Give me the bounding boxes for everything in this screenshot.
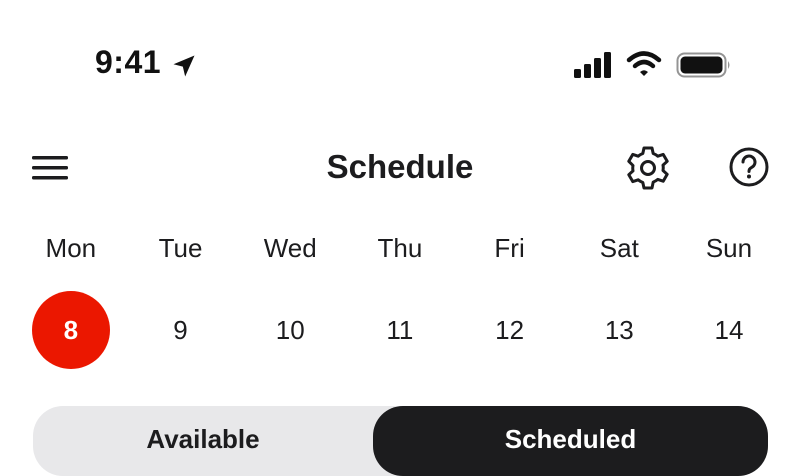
tab-available[interactable]: Available	[33, 406, 373, 476]
status-bar: 9:41	[0, 0, 800, 120]
cellular-signal-icon	[574, 52, 611, 78]
weekday-label: Wed	[263, 233, 317, 263]
weekday-label: Mon	[45, 233, 97, 263]
date-button[interactable]: 11	[361, 291, 439, 369]
wifi-icon	[626, 51, 662, 76]
day-column-fri: Fri 12	[455, 228, 565, 369]
status-time: 9:41	[95, 44, 162, 80]
nav-bar: Schedule	[0, 138, 800, 198]
weekday-label: Sun	[705, 233, 753, 263]
weekday-label: Sat	[599, 233, 639, 263]
day-column-sat: Sat 13	[564, 228, 674, 369]
help-icon[interactable]	[728, 146, 770, 188]
day-column-sun: Sun 14	[674, 228, 784, 369]
tab-scheduled[interactable]: Scheduled	[373, 406, 768, 476]
weekday-label: Thu	[377, 233, 423, 263]
date-button[interactable]: 13	[580, 291, 658, 369]
location-arrow-icon	[173, 55, 195, 77]
date-button[interactable]: 14	[690, 291, 768, 369]
page-title: Schedule	[326, 148, 474, 185]
battery-icon	[676, 52, 730, 78]
day-column-thu: Thu 11	[345, 228, 455, 369]
gear-icon[interactable]	[624, 144, 672, 192]
date-button[interactable]: 10	[251, 291, 329, 369]
day-column-mon: Mon 8	[16, 228, 126, 369]
day-column-tue: Tue 9	[126, 228, 236, 369]
weekday-label: Fri	[494, 233, 525, 263]
weekday-label: Tue	[158, 233, 203, 263]
date-button[interactable]: 9	[142, 291, 220, 369]
date-button[interactable]: 12	[471, 291, 549, 369]
week-selector: Mon 8 Tue 9 Wed 10 Thu 11 Fri 12 Sat 13 …	[16, 228, 784, 369]
date-button-selected[interactable]: 8	[31, 291, 110, 369]
day-column-wed: Wed 10	[235, 228, 345, 369]
schedule-segmented-control: Available Scheduled	[33, 406, 768, 476]
